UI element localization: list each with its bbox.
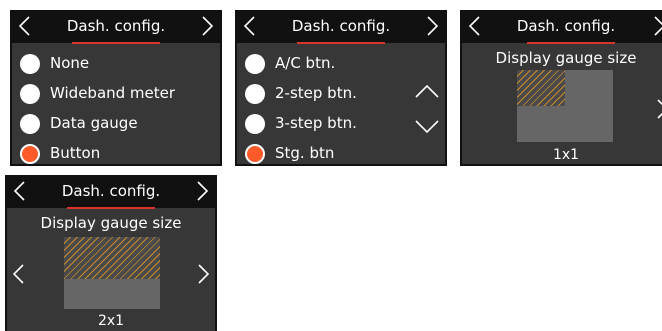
option-data-gauge[interactable]: Data gauge [10,110,222,138]
page-title: Dash. config. [291,17,391,35]
option-wideband-meter[interactable]: Wideband meter [10,80,222,108]
next-arrow-icon[interactable] [653,15,662,37]
radio-icon[interactable] [20,114,40,134]
gauge-size-value: 2x1 [97,313,125,329]
gauge-size-preview [517,70,613,142]
page-title: Dash. config. [61,182,161,200]
chevron-down-icon[interactable] [414,118,440,136]
option-label: 3-step btn. [275,114,357,132]
gauge-size-hatch [64,237,160,279]
option-label: 2-step btn. [275,84,357,102]
header-underline [67,207,155,209]
header-underline [297,42,385,44]
radio-icon[interactable] [20,54,40,74]
gauge-size-preview [64,237,160,309]
next-size-arrow-icon[interactable] [197,263,211,285]
header: Dash. config. [235,10,447,44]
option-label: None [50,54,90,72]
prev-size-arrow-icon[interactable] [11,263,25,285]
screen-gauge-size-2x1: Dash. config. Display gauge size 2x1 [5,175,217,331]
screen-dash-config-2: Dash. config. A/C btn. 2-step btn. 3-ste… [235,10,447,166]
gauge-size-value: 1x1 [552,147,580,163]
page-title: Dash. config. [66,17,166,35]
header: Dash. config. [10,10,222,44]
radio-icon[interactable] [20,84,40,104]
option-ac-btn[interactable]: A/C btn. [235,50,447,78]
page-title: Dash. config. [516,17,616,35]
next-arrow-icon[interactable] [196,180,210,202]
radio-icon[interactable] [245,114,265,134]
radio-selected-icon[interactable] [245,144,265,164]
option-stg-btn[interactable]: Stg. btn [235,140,447,166]
next-arrow-icon[interactable] [201,15,215,37]
gauge-size-title: Display gauge size [40,214,182,232]
header-underline [72,42,160,44]
header-underline [527,42,615,44]
header: Dash. config. [5,175,217,209]
option-label: A/C btn. [275,54,336,72]
chevron-up-icon[interactable] [414,82,440,100]
radio-icon[interactable] [245,84,265,104]
next-arrow-icon[interactable] [426,15,440,37]
option-label: Data gauge [50,114,138,132]
screen-gauge-size-1x1: Dash. config. Display gauge size 1x1 [460,10,662,166]
radio-icon[interactable] [245,54,265,74]
option-label: Stg. btn [275,144,335,162]
screen-dash-config-1: Dash. config. None Wideband meter Data g… [10,10,222,166]
next-size-arrow-icon[interactable] [656,98,662,120]
gauge-size-hatch [517,70,565,106]
option-label: Button [50,144,101,162]
option-button[interactable]: Button [10,140,222,166]
radio-selected-icon[interactable] [20,144,40,164]
gauge-size-title: Display gauge size [495,49,637,67]
option-none[interactable]: None [10,50,222,78]
option-label: Wideband meter [50,84,176,102]
header: Dash. config. [460,10,662,44]
